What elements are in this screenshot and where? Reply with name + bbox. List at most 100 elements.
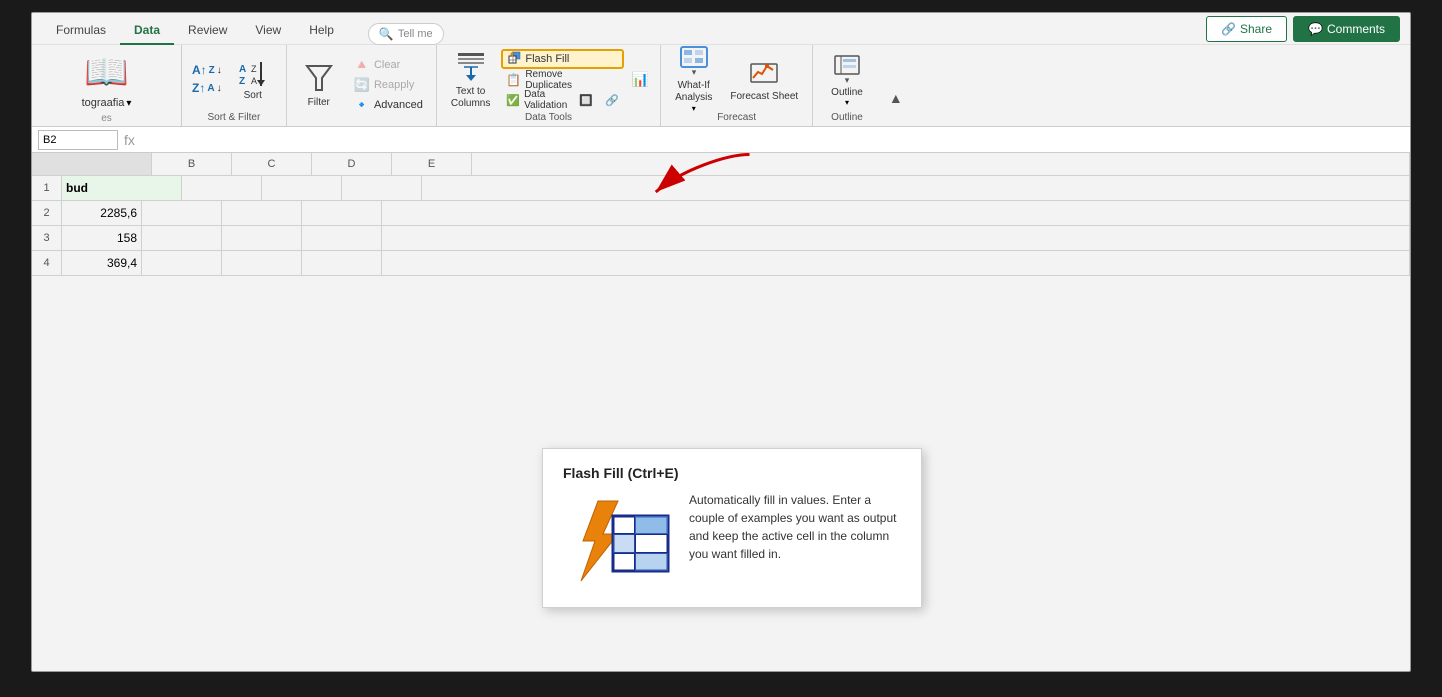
cell-e3[interactable]: [302, 226, 382, 251]
cell-d1[interactable]: [262, 176, 342, 201]
remove-duplicates-button[interactable]: 📋 RemoveDuplicates: [501, 71, 623, 89]
tab-data[interactable]: Data: [120, 17, 174, 45]
what-if-analysis-button[interactable]: ▾ What-IfAnalysis ▾: [669, 49, 718, 109]
cell-d4[interactable]: [222, 251, 302, 276]
reapply-icon: 🔄: [354, 77, 370, 93]
advanced-icon: 🔹: [354, 97, 370, 113]
table-row: 4 369,4: [32, 251, 1410, 276]
filter-section: Filter 🔺 Clear 🔄 Reapply 🔹 Advanced: [287, 45, 437, 126]
forecast-sheet-button[interactable]: Forecast Sheet: [724, 49, 804, 109]
ribbon-header: Formulas Data Review View Help 🔍 Tell me…: [32, 13, 1410, 45]
comments-button[interactable]: 💬 Comments: [1293, 16, 1400, 42]
cell-e1[interactable]: [342, 176, 422, 201]
row-header-4: 4: [32, 251, 62, 276]
outline-button[interactable]: ▾ Outline ▾: [821, 49, 873, 109]
manage-data-model-group: 📊: [627, 70, 654, 88]
manage-data-model-button[interactable]: 📊: [627, 70, 654, 88]
row-header-1: 1: [32, 176, 62, 201]
sort-za-button[interactable]: Z↑ A ↓: [190, 80, 224, 96]
cell-extra-2[interactable]: [382, 201, 1410, 226]
share-button[interactable]: 🔗 Share: [1206, 16, 1287, 42]
advanced-button[interactable]: 🔹 Advanced: [349, 96, 428, 114]
col-header-d[interactable]: D: [312, 153, 392, 175]
comments-icon: 💬: [1308, 22, 1323, 36]
forecast-sheet-label: Forecast Sheet: [730, 91, 798, 103]
filter-button[interactable]: Filter: [295, 55, 343, 115]
flash-fill-button[interactable]: Flash Fill: [501, 49, 623, 69]
sort-main-button[interactable]: A Z Z A Sort: [228, 49, 278, 109]
location-dropdown[interactable]: ▾: [126, 98, 131, 109]
forecast-section: ▾ What-IfAnalysis ▾ Foreca: [661, 45, 813, 126]
cell-e4[interactable]: [302, 251, 382, 276]
what-if-icon: ▾: [679, 45, 709, 80]
tab-review[interactable]: Review: [174, 17, 241, 45]
cell-c4[interactable]: [142, 251, 222, 276]
formula-input[interactable]: [141, 133, 1404, 147]
col-header-c[interactable]: C: [232, 153, 312, 175]
sort-az-icon: A↑: [192, 63, 207, 77]
row-header-2: 2: [32, 201, 62, 226]
sort-za-arrow: ↓: [217, 83, 222, 94]
sort-az-group: A↑ Z ↓ Z↑ A ↓: [190, 62, 224, 96]
svg-text:Z: Z: [251, 64, 257, 74]
clear-button[interactable]: 🔺 Clear: [349, 56, 428, 74]
manage-data-model-icon: 📊: [632, 71, 649, 88]
header-actions: 🔗 Share 💬 Comments: [1206, 16, 1400, 42]
book-icon-area: 📖 tograafia ▾ es: [82, 51, 132, 124]
tab-help[interactable]: Help: [295, 17, 348, 45]
col-header-b[interactable]: B: [152, 153, 232, 175]
tell-me-input[interactable]: Tell me: [398, 28, 433, 40]
tab-view[interactable]: View: [241, 17, 295, 45]
cell-b4[interactable]: 369,4: [62, 251, 142, 276]
relationships-button[interactable]: 🔗: [600, 91, 624, 109]
cell-extra-3[interactable]: [382, 226, 1410, 251]
svg-text:A: A: [251, 76, 257, 86]
sort-za-a: A: [207, 83, 214, 94]
reapply-button[interactable]: 🔄 Reapply: [349, 76, 428, 94]
sort-filter-label2: [295, 120, 428, 126]
name-box[interactable]: [38, 130, 118, 150]
data-validation-icon: ✅: [506, 94, 520, 107]
cell-extra-1[interactable]: [422, 176, 1410, 201]
cell-d3[interactable]: [222, 226, 302, 251]
tooltip-title: Flash Fill (Ctrl+E): [563, 465, 901, 481]
tab-formulas[interactable]: Formulas: [42, 17, 120, 45]
cell-e2[interactable]: [302, 201, 382, 226]
cell-d2[interactable]: [222, 201, 302, 226]
relationships-icon: 🔗: [605, 94, 619, 107]
sort-icon: A Z Z A: [237, 58, 269, 90]
cell-b2[interactable]: 2285,6: [62, 201, 142, 226]
cell-c1[interactable]: [182, 176, 262, 201]
ribbon-collapse-button[interactable]: ▲: [881, 90, 911, 106]
outline-icon: ▾: [833, 52, 861, 87]
cell-c3[interactable]: [142, 226, 222, 251]
tooltip-description: Automatically fill in values. Enter a co…: [689, 491, 901, 563]
text-to-columns-icon: [456, 49, 486, 86]
text-to-columns-button[interactable]: Text toColumns: [443, 49, 498, 109]
formula-separator: fx: [124, 132, 135, 148]
remove-duplicates-icon: 📋: [506, 73, 521, 87]
sort-filter-label: Sort & Filter: [190, 109, 278, 126]
flash-fill-label: Flash Fill: [525, 53, 569, 65]
filter-icon: [305, 62, 333, 97]
col-header-e[interactable]: E: [392, 153, 472, 175]
consolidate-button[interactable]: 🔲: [574, 91, 598, 109]
flash-fill-tooltip: Flash Fill (Ctrl+E): [542, 448, 922, 608]
flash-fill-icon: [508, 51, 522, 68]
cell-c2[interactable]: [142, 201, 222, 226]
data-validation-button[interactable]: ✅ DataValidation: [501, 91, 572, 109]
cell-b3[interactable]: 158: [62, 226, 142, 251]
forecast-sheet-icon: [749, 56, 779, 91]
cell-b1[interactable]: bud: [62, 176, 182, 201]
data-tools-section: Text toColumns: [437, 45, 661, 126]
table-row: 2 2285,6: [32, 201, 1410, 226]
svg-text:▾: ▾: [845, 75, 850, 84]
outline-section: ▾ Outline ▾ Outline: [813, 45, 881, 126]
flash-fill-composite-icon: [563, 496, 673, 586]
remove-duplicates-label: RemoveDuplicates: [525, 69, 572, 91]
data-tools-right: Flash Fill 📋 RemoveDuplicates ✅ DataVali…: [501, 49, 623, 109]
outline-label: Outline: [831, 87, 863, 98]
col-header-extra[interactable]: [472, 153, 1410, 175]
sort-az-button[interactable]: A↑ Z ↓: [190, 62, 224, 78]
cell-extra-4[interactable]: [382, 251, 1410, 276]
